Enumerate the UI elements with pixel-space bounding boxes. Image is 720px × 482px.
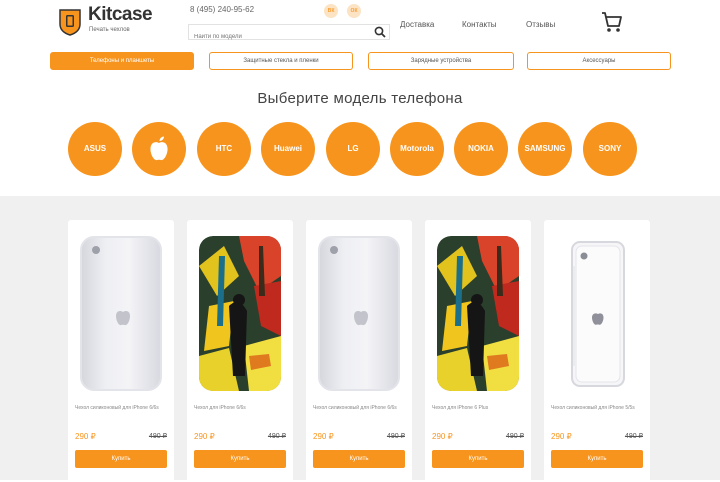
buy-button[interactable]: Купить [75, 450, 167, 468]
brand-asus[interactable]: ASUS [68, 122, 122, 176]
product-old-price: 490 ₽ [505, 433, 524, 440]
brands-title: Выберите модель телефона [257, 90, 463, 107]
brand-label: SONY [598, 144, 622, 153]
product-price: 290 ₽ [313, 432, 334, 441]
product-image[interactable] [556, 236, 638, 391]
brand-label: HTC [215, 144, 233, 153]
product-price: 290 ₽ [194, 432, 215, 441]
buy-button[interactable]: Купить [313, 450, 405, 468]
apple-logo-icon [92, 246, 130, 326]
brand-label: ASUS [83, 144, 107, 153]
buy-button[interactable]: Купить [194, 450, 286, 468]
product-image[interactable] [80, 236, 162, 391]
product-old-price: 490 ₽ [148, 433, 167, 440]
apple-logo-icon [330, 246, 368, 326]
product-image[interactable] [437, 236, 519, 391]
product-image[interactable] [199, 236, 281, 391]
product-price: 290 ₽ [551, 432, 572, 441]
nav-reviews[interactable]: Отзывы [526, 20, 555, 29]
art-case-image [199, 236, 281, 391]
brand-label: LG [347, 144, 359, 153]
search-icon[interactable] [373, 25, 387, 39]
product-card[interactable]: Чехол силиконовый для iPhone 6/6s 290 ₽ … [68, 220, 174, 482]
product-card[interactable]: Чехол для iPhone 6/6s 290 ₽ 490 ₽ Купить [187, 220, 293, 482]
brand-label: Huawei [273, 144, 302, 153]
logo[interactable]: Kitcase Печать чехлов [58, 4, 176, 38]
category-tabs: Телефоны и планшеты Защитные стекла и пл… [0, 44, 720, 78]
product-price: 290 ₽ [432, 432, 453, 441]
ok-icon[interactable]: ок [347, 4, 361, 18]
product-image[interactable] [318, 236, 400, 391]
brand-motorola[interactable]: Motorola [390, 122, 444, 176]
tab-accessories[interactable]: Аксессуары [527, 52, 671, 70]
products-section: Чехол силиконовый для iPhone 6/6s 290 ₽ … [0, 196, 720, 482]
apple-icon [150, 136, 168, 161]
product-name[interactable]: Чехол силиконовый для iPhone 5/5s [551, 404, 643, 412]
buy-button[interactable]: Купить [551, 450, 643, 468]
brand-label: SAMSUNG [524, 144, 566, 153]
tab-chargers[interactable]: Зарядные устройства [368, 52, 514, 70]
brand-samsung[interactable]: SAMSUNG [518, 122, 572, 176]
product-name[interactable]: Чехол для iPhone 6 Plus [432, 404, 524, 412]
brand-apple[interactable] [132, 122, 186, 176]
brands-section: Выберите модель телефона ASUS HTC Huawei… [0, 78, 720, 196]
product-old-price: 490 ₽ [386, 433, 405, 440]
brand-nokia[interactable]: NOKIA [454, 122, 508, 176]
search-input[interactable] [189, 30, 359, 44]
phone-number[interactable]: 8 (495) 240-95-62 [190, 5, 254, 14]
product-old-price: 490 ₽ [624, 433, 643, 440]
buy-button[interactable]: Купить [432, 450, 524, 468]
product-card[interactable]: Чехол силиконовый для iPhone 6/6s 290 ₽ … [306, 220, 412, 482]
brand-huawei[interactable]: Huawei [261, 122, 315, 176]
logo-text: Kitcase [88, 4, 153, 25]
vk-icon[interactable]: вк [324, 4, 338, 18]
nav-delivery[interactable]: Доставка [400, 20, 434, 29]
cart-icon[interactable] [600, 10, 624, 34]
product-price: 290 ₽ [75, 432, 96, 441]
product-name[interactable]: Чехол силиконовый для iPhone 6/6s [75, 404, 167, 412]
logo-tagline: Печать чехлов [89, 27, 130, 33]
brand-label: NOKIA [468, 144, 494, 153]
brand-label: Motorola [400, 144, 434, 153]
clear-case-5-image [571, 241, 625, 387]
product-old-price: 490 ₽ [267, 433, 286, 440]
art-case-image [437, 236, 519, 391]
product-card[interactable]: Чехол для iPhone 6 Plus 290 ₽ 490 ₽ Купи… [425, 220, 531, 482]
product-name[interactable]: Чехол для iPhone 6/6s [194, 404, 286, 412]
brand-sony[interactable]: SONY [583, 122, 637, 176]
tab-screen-protectors[interactable]: Защитные стекла и пленки [209, 52, 353, 70]
brand-htc[interactable]: HTC [197, 122, 251, 176]
tab-phones-tablets[interactable]: Телефоны и планшеты [50, 52, 194, 70]
product-card[interactable]: Чехол силиконовый для iPhone 5/5s 290 ₽ … [544, 220, 650, 482]
brand-lg[interactable]: LG [326, 122, 380, 176]
search-box [188, 24, 390, 44]
site-header: Kitcase Печать чехлов 8 (495) 240-95-62 … [0, 0, 720, 44]
product-name[interactable]: Чехол силиконовый для iPhone 6/6s [313, 404, 405, 412]
nav-contacts[interactable]: Контакты [462, 20, 497, 29]
shield-logo-icon [59, 9, 81, 36]
